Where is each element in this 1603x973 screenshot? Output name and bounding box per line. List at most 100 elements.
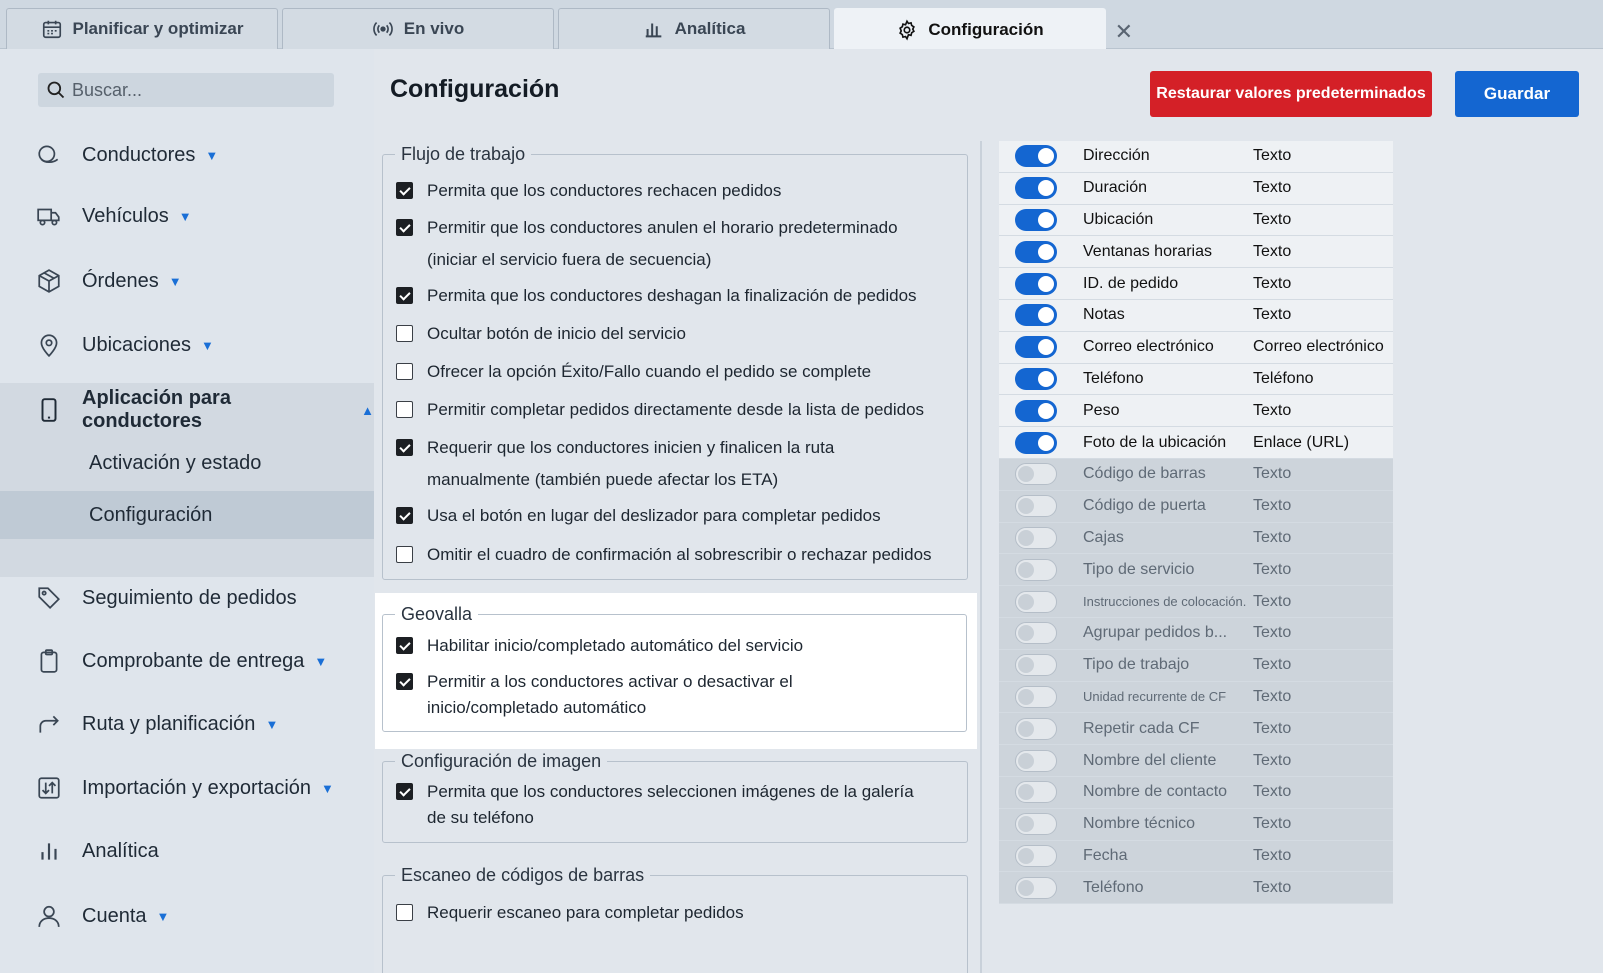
- sidebar-item-import-export[interactable]: Importación y exportación ▼: [0, 766, 374, 810]
- checkbox[interactable]: [396, 219, 413, 236]
- column-type: Texto: [1253, 687, 1292, 705]
- gear-icon: [899, 19, 916, 41]
- toggle-switch[interactable]: [1015, 336, 1057, 359]
- toggle-switch[interactable]: [1015, 717, 1057, 740]
- sidebar-subitem-settings[interactable]: Configuración: [0, 491, 374, 539]
- sidebar-item-order-tracking[interactable]: Seguimiento de pedidos: [0, 576, 374, 620]
- toggle-switch[interactable]: [1015, 622, 1057, 645]
- sidebar-item-label: Ruta y planificación: [82, 712, 256, 735]
- toggle-switch[interactable]: [1015, 367, 1057, 390]
- truck-icon: [37, 208, 60, 226]
- toggle-knob: [1018, 657, 1034, 674]
- tab-settings[interactable]: Configuración ✕: [834, 8, 1133, 50]
- toggle-switch[interactable]: [1015, 749, 1057, 772]
- table-row: Notas Texto: [999, 299, 1393, 332]
- option-hide-start-button[interactable]: Ocultar botón de inicio del servicio: [396, 318, 956, 350]
- tab-analytics[interactable]: Analítica: [558, 8, 830, 49]
- checkbox[interactable]: [396, 673, 413, 690]
- tab-bar: Planificar y optimizar En vivo Analítica…: [0, 0, 1603, 50]
- option-toggle-auto[interactable]: Permitir a los conductores activar o des…: [396, 669, 916, 721]
- column-type: Texto: [1253, 497, 1292, 515]
- toggle-switch[interactable]: [1015, 208, 1057, 231]
- option-require-scan[interactable]: Requerir escaneo para completar pedidos: [396, 897, 956, 929]
- sidebar-item-proof-of-delivery[interactable]: Comprobante de entrega ▼: [0, 639, 374, 683]
- sidebar-item-label: Órdenes: [82, 269, 159, 292]
- checkbox[interactable]: [396, 439, 413, 456]
- option-reject-orders[interactable]: Permita que los conductores rechacen ped…: [396, 175, 956, 207]
- close-icon[interactable]: ✕: [1115, 19, 1133, 45]
- toggle-switch[interactable]: [1015, 844, 1057, 867]
- toggle-switch[interactable]: [1015, 495, 1057, 518]
- column-type: Texto: [1253, 878, 1292, 896]
- toggle-switch[interactable]: [1015, 876, 1057, 899]
- column-name: Correo electrónico: [1083, 338, 1214, 356]
- toggle-switch[interactable]: [1015, 813, 1057, 836]
- checkbox[interactable]: [396, 182, 413, 199]
- section-legend: Flujo de trabajo: [401, 144, 526, 164]
- sidebar-item-driver-app[interactable]: Aplicación para conductores ▲: [0, 387, 374, 432]
- option-button-instead-slider[interactable]: Usa el botón en lugar del deslizador par…: [396, 500, 956, 532]
- column-name: Código de puerta: [1083, 497, 1206, 515]
- toggle-switch[interactable]: [1015, 463, 1057, 486]
- toggle-switch[interactable]: [1015, 654, 1057, 677]
- checkbox[interactable]: [396, 904, 413, 921]
- checkbox[interactable]: [396, 783, 413, 800]
- toggle-switch[interactable]: [1015, 272, 1057, 295]
- sidebar-item-vehicles[interactable]: Vehículos ▼: [0, 194, 374, 238]
- checkbox[interactable]: [396, 507, 413, 524]
- option-undo-completion[interactable]: Permita que los conductores deshagan la …: [396, 280, 956, 312]
- sidebar-item-orders[interactable]: Órdenes ▼: [0, 259, 374, 303]
- sidebar-item-account[interactable]: Cuenta ▼: [0, 894, 374, 938]
- toggle-switch[interactable]: [1015, 526, 1057, 549]
- checkbox[interactable]: [396, 325, 413, 342]
- toggle-switch[interactable]: [1015, 304, 1057, 327]
- column-name: Tipo de servicio: [1083, 560, 1195, 578]
- option-skip-confirmation[interactable]: Omitir el cuadro de confirmación al sobr…: [396, 539, 956, 571]
- tab-plan-optimize[interactable]: Planificar y optimizar: [6, 8, 278, 49]
- table-row: Teléfono Teléfono: [999, 363, 1393, 396]
- checkbox[interactable]: [396, 363, 413, 380]
- sidebar-subitem-activation[interactable]: Activación y estado: [0, 439, 374, 487]
- toggle-switch[interactable]: [1015, 781, 1057, 804]
- option-gallery-images[interactable]: Permita que los conductores seleccionen …: [396, 779, 916, 831]
- sidebar-item-locations[interactable]: Ubicaciones ▼: [0, 323, 374, 367]
- sidebar-item-drivers[interactable]: Conductores ▼: [0, 133, 374, 177]
- search-box: [38, 73, 334, 107]
- chevron-down-icon: ▼: [200, 337, 214, 353]
- checkbox[interactable]: [396, 546, 413, 563]
- sidebar-item-route-planning[interactable]: Ruta y planificación ▼: [0, 702, 374, 746]
- table-row: Duración Texto: [999, 172, 1393, 205]
- toggle-switch[interactable]: [1015, 431, 1057, 454]
- option-manual-route[interactable]: Requerir que los conductores inicien y f…: [396, 432, 926, 496]
- sidebar-item-label: Conductores: [82, 143, 196, 166]
- option-label: Permitir que los conductores anulen el h…: [427, 218, 898, 269]
- option-label: Permita que los conductores seleccionen …: [427, 782, 914, 827]
- toggle-switch[interactable]: [1015, 399, 1057, 422]
- restore-defaults-button[interactable]: Restaurar valores predeterminados: [1150, 71, 1432, 117]
- toggle-switch[interactable]: [1015, 685, 1057, 708]
- save-button[interactable]: Guardar: [1455, 71, 1579, 117]
- toggle-switch[interactable]: [1015, 240, 1057, 263]
- chevron-down-icon: ▼: [314, 653, 328, 669]
- toggle-knob: [1018, 498, 1034, 515]
- toggle-switch[interactable]: [1015, 558, 1057, 581]
- option-auto-start-complete[interactable]: Habilitar inicio/completado automático d…: [396, 630, 956, 662]
- option-override-schedule[interactable]: Permitir que los conductores anulen el h…: [396, 212, 926, 276]
- sidebar-item-analytics[interactable]: Analítica: [0, 829, 374, 873]
- search-input[interactable]: [72, 79, 312, 101]
- column-type: Texto: [1253, 465, 1292, 483]
- table-row: Instrucciones de colocación... Texto: [999, 586, 1393, 618]
- column-type: Texto: [1253, 751, 1292, 769]
- checkbox[interactable]: [396, 287, 413, 304]
- column-type: Teléfono: [1253, 369, 1314, 387]
- toggle-switch[interactable]: [1015, 145, 1057, 168]
- column-type: Texto: [1253, 401, 1292, 419]
- tab-live[interactable]: En vivo: [282, 8, 554, 49]
- option-success-failure[interactable]: Ofrecer la opción Éxito/Fallo cuando el …: [396, 356, 956, 388]
- option-complete-from-list[interactable]: Permitir completar pedidos directamente …: [396, 394, 956, 426]
- checkbox[interactable]: [396, 637, 413, 654]
- table-row: Correo electrónico Correo electrónico: [999, 331, 1393, 364]
- toggle-switch[interactable]: [1015, 177, 1057, 200]
- checkbox[interactable]: [396, 401, 413, 418]
- toggle-switch[interactable]: [1015, 590, 1057, 613]
